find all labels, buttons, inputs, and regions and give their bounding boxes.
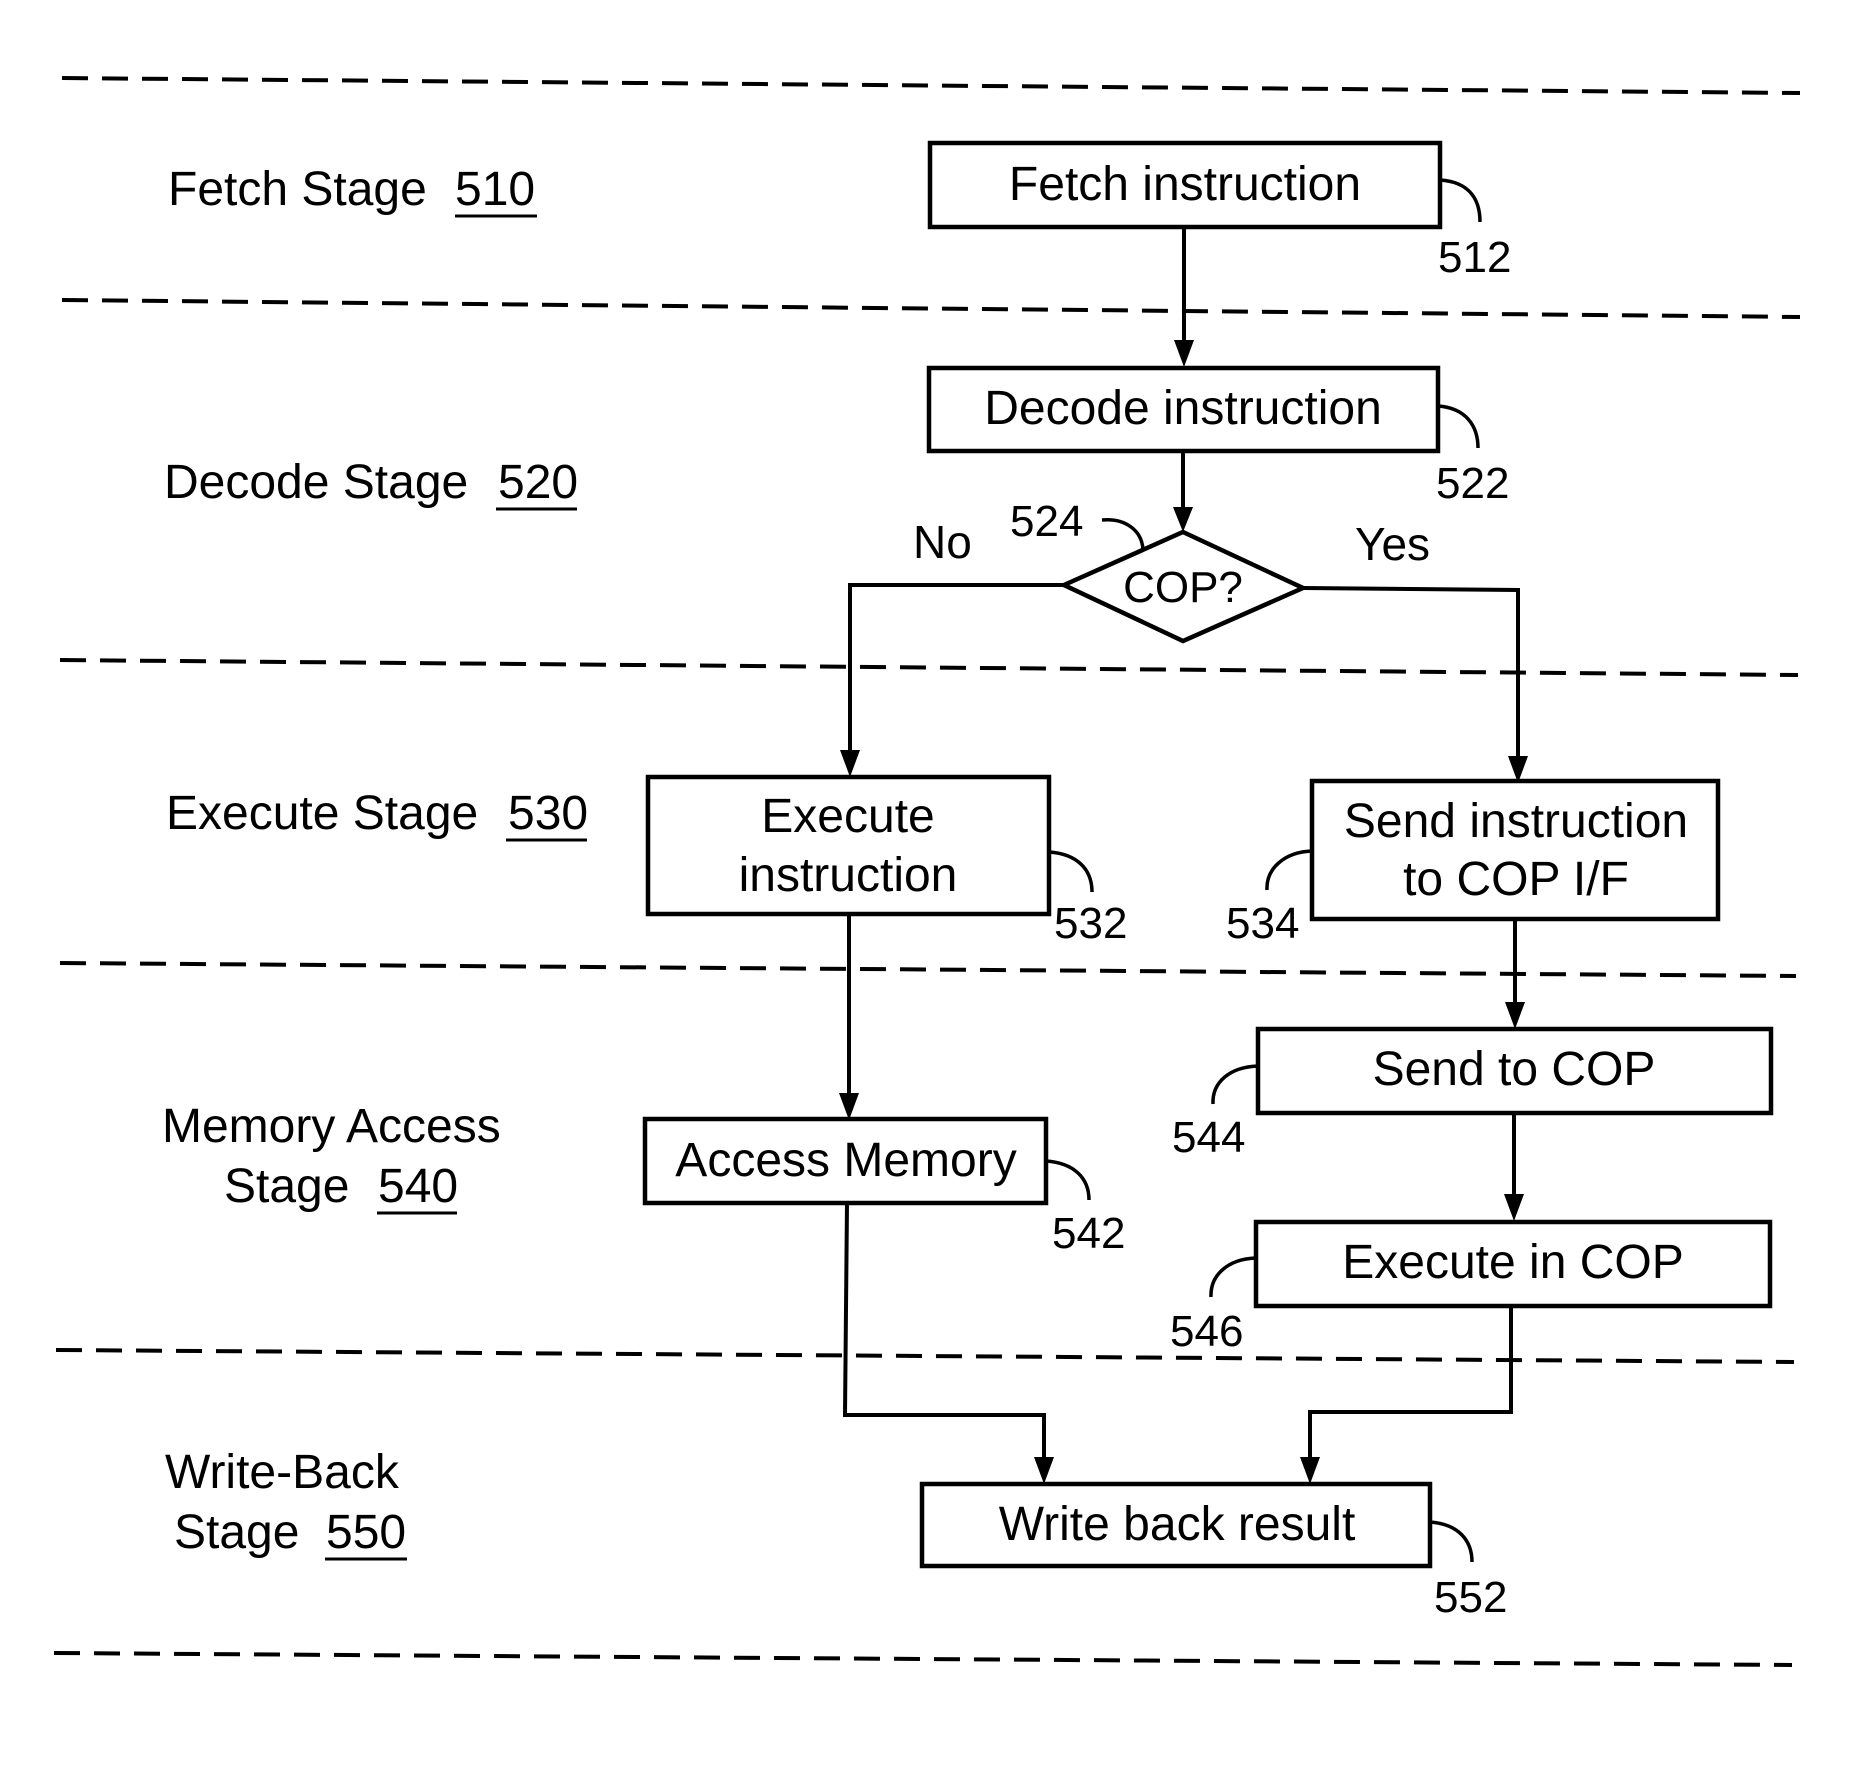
step-access-memory: Access Memory 542: [642, 1116, 1125, 1258]
step-label: Fetch instruction: [1009, 158, 1361, 211]
stage-name-line1: Memory Access: [162, 1100, 501, 1153]
decision-cop: COP? 524 No Yes: [913, 497, 1430, 644]
arrowhead: [1173, 507, 1193, 532]
stage-ref: 540: [378, 1160, 458, 1213]
reference-number: 522: [1436, 459, 1509, 508]
arrowhead: [840, 750, 860, 777]
reference-leader: [1048, 850, 1094, 893]
step-label-line2: instruction: [739, 849, 958, 902]
reference-leader: [1209, 1256, 1257, 1298]
stage-name-line2: Stage: [174, 1506, 299, 1559]
arrowhead: [1034, 1457, 1054, 1484]
decision-label: COP?: [1123, 563, 1243, 612]
stage-ref: 510: [455, 163, 535, 216]
reference-number: 512: [1438, 233, 1511, 282]
stage-ref: 550: [326, 1506, 406, 1559]
stage-name: Fetch Stage: [168, 163, 427, 216]
pipeline-flowchart: Fetch Stage 510 Decode Stage 520 Execute…: [53, 76, 1801, 1667]
reference-leader: [1429, 1520, 1474, 1563]
reference-number: 524: [1010, 497, 1083, 546]
stage-divider: [53, 1651, 1793, 1667]
reference-number: 552: [1434, 1573, 1507, 1622]
step-execute-instruction: Execute instruction 532: [645, 774, 1127, 948]
stage-divider: [61, 76, 1801, 95]
reference-leader: [1211, 1064, 1259, 1105]
reference-number: 534: [1226, 899, 1299, 948]
stage-label-execute: Execute Stage 530: [166, 787, 588, 842]
step-label-line1: Execute: [761, 790, 934, 843]
step-execute-in-cop: Execute in COP 546: [1170, 1219, 1773, 1356]
reference-number: 542: [1052, 1209, 1125, 1258]
stage-label-decode: Decode Stage 520: [164, 456, 578, 511]
branch-label-no: No: [913, 516, 972, 568]
stage-divider: [59, 658, 1799, 677]
reference-number: 544: [1172, 1113, 1245, 1162]
arrowhead: [1174, 340, 1194, 367]
branch-label-yes: Yes: [1355, 518, 1430, 570]
reference-leader: [1101, 518, 1145, 551]
arrowhead: [1504, 1194, 1524, 1221]
stage-label-memory-access: Memory Access Stage 540: [162, 1100, 501, 1215]
reference-leader: [1045, 1159, 1091, 1201]
step-decode-instruction: Decode instruction 522: [926, 365, 1509, 508]
step-label: Execute in COP: [1342, 1236, 1683, 1289]
arrowhead: [839, 1093, 859, 1120]
reference-number: 532: [1054, 899, 1127, 948]
connector-cop-writeback: [1308, 1306, 1513, 1462]
step-label: Write back result: [999, 1498, 1356, 1551]
stage-name: Execute Stage: [166, 787, 478, 840]
step-fetch-instruction: Fetch instruction 512: [927, 140, 1511, 282]
step-label: Send to COP: [1373, 1043, 1656, 1096]
step-label: Access Memory: [675, 1134, 1016, 1187]
stage-name-line1: Write-Back: [165, 1446, 400, 1499]
stage-ref: 520: [498, 456, 578, 509]
reference-number: 546: [1170, 1307, 1243, 1356]
step-send-instruction: Send instruction to COP I/F 534: [1226, 778, 1721, 948]
step-label-line1: Send instruction: [1344, 795, 1688, 848]
connector-yes-branch: [1302, 586, 1520, 761]
stage-label-write-back: Write-Back Stage 550: [165, 1446, 407, 1561]
stage-name-line2: Stage: [224, 1160, 349, 1213]
step-label-line2: to COP I/F: [1403, 853, 1629, 906]
reference-leader: [1439, 178, 1482, 223]
stage-label-fetch: Fetch Stage 510: [168, 163, 537, 218]
step-write-back-result: Write back result 552: [919, 1481, 1507, 1622]
arrowhead: [1300, 1457, 1320, 1484]
reference-leader: [1265, 849, 1313, 891]
step-label: Decode instruction: [984, 382, 1382, 435]
step-send-to-cop: Send to COP 544: [1172, 1026, 1774, 1162]
arrowhead: [1505, 1002, 1525, 1029]
stage-ref: 530: [508, 787, 588, 840]
stage-name: Decode Stage: [164, 456, 468, 509]
connector-memory-writeback: [842, 1202, 1046, 1462]
stage-divider: [59, 961, 1797, 978]
stage-divider: [55, 1348, 1795, 1364]
stage-divider: [61, 298, 1801, 319]
reference-leader: [1437, 404, 1480, 449]
